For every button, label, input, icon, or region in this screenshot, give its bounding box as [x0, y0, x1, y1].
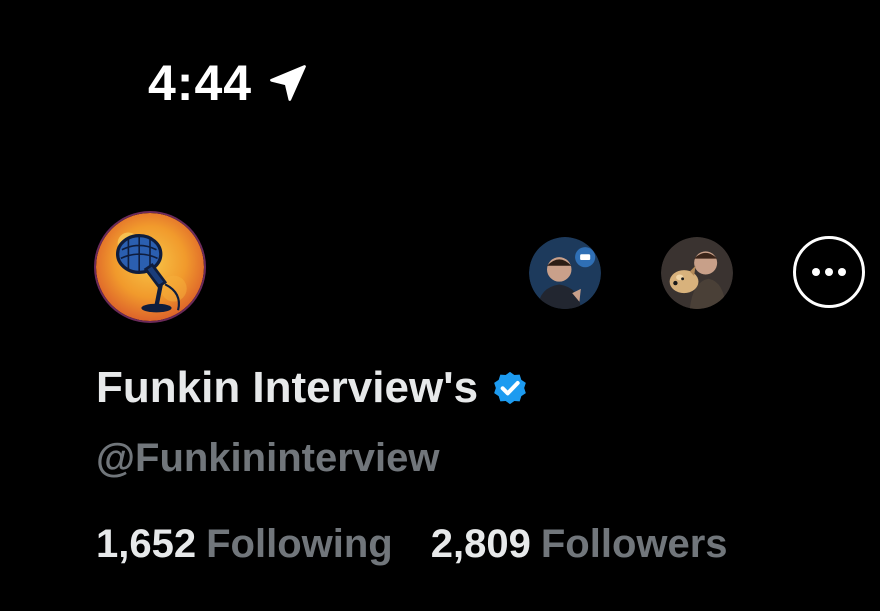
more-options-button[interactable]	[793, 236, 865, 308]
profile-display-name: Funkin Interview's	[96, 363, 479, 412]
status-time: 4:44	[148, 55, 253, 111]
person-avatar-icon	[529, 237, 601, 309]
profile-avatar[interactable]	[96, 213, 204, 321]
following-label: Following	[206, 522, 393, 566]
mutual-follower-avatar-2[interactable]	[661, 237, 733, 309]
mutual-follower-avatar-1[interactable]	[529, 237, 601, 309]
followers-stat-link[interactable]: 2,809 Followers	[431, 522, 728, 566]
person-with-dog-avatar-icon	[661, 237, 733, 309]
microphone-avatar-icon	[96, 213, 204, 321]
status-bar: 4:44	[148, 58, 310, 108]
followers-count: 2,809	[430, 522, 531, 566]
profile-handle: @Funkininterview	[96, 436, 440, 480]
following-stat-link[interactable]: 1,652 Following	[96, 522, 393, 566]
profile-name-row: Funkin Interview's	[96, 363, 530, 412]
followers-label: Followers	[540, 522, 728, 566]
more-options-icon	[812, 268, 846, 276]
follow-stats: 1,652 Following 2,809 Followers	[96, 522, 728, 566]
following-count: 1,652	[96, 522, 197, 566]
verified-badge-icon[interactable]	[490, 368, 530, 408]
location-arrow-icon	[270, 65, 306, 101]
